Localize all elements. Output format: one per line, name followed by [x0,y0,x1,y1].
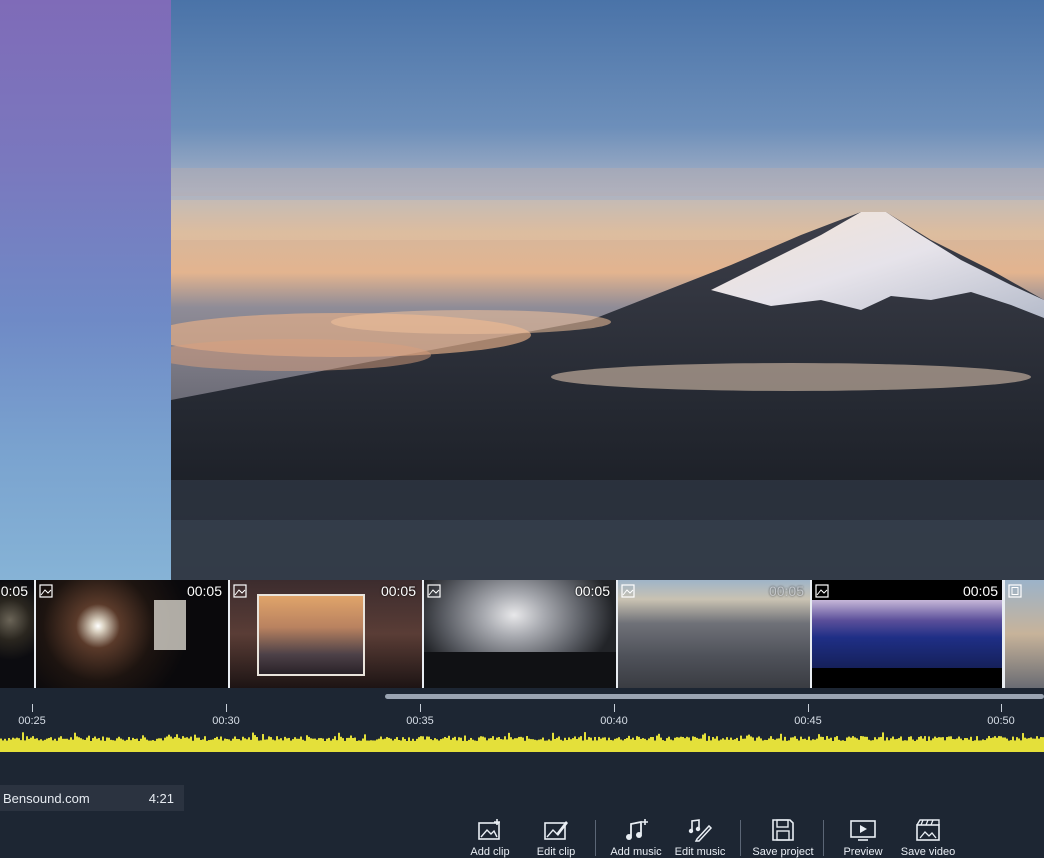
toolbar-separator [823,820,824,856]
ruler-tick [226,704,227,712]
preview-icon [850,820,876,841]
save-project-button[interactable]: Save project [751,818,815,858]
edit-music-label: Edit music [674,846,726,858]
audio-waveform[interactable] [0,730,1044,756]
timeline-scrollbar[interactable] [385,694,1044,699]
video-clip-icon [1008,584,1022,598]
left-gradient-panel [0,0,171,580]
mountain-preview-image [171,0,1044,580]
preview-button[interactable]: Preview [831,818,895,858]
image-icon [621,584,635,598]
audio-track-name: Bensound.com [3,790,90,806]
ruler-label: 00:40 [600,715,628,727]
edit-clip-button[interactable]: Edit clip [524,818,588,858]
save-video-icon [916,819,940,841]
edit-music-icon [688,819,713,842]
add-clip-button[interactable]: Add clip [458,818,522,858]
edit-clip-icon [544,821,568,840]
add-music-label: Add music [610,846,662,858]
timeline-clip[interactable]: 00:05 [228,580,422,688]
bottom-toolbar: Add clip Edit clip Add music Edit music [0,810,1044,858]
timeline-clip[interactable]: 00:05 [422,580,616,688]
timeline-filmstrip[interactable]: 0:05 00:05 00:05 00:05 00:05 00:05 [0,580,1044,688]
add-clip-icon [478,819,500,840]
toolbar-separator [740,820,741,856]
time-ruler: 00:25 00:30 00:35 00:40 00:45 00:50 [0,700,1044,734]
ruler-label: 00:25 [18,715,46,727]
ruler-label: 00:50 [987,715,1015,727]
ruler-label: 00:35 [406,715,434,727]
ruler-label: 00:45 [794,715,822,727]
timeline-clip[interactable]: 00:05 [34,580,228,688]
toolbar-separator [595,820,596,856]
add-music-button[interactable]: Add music [604,818,668,858]
clip-duration: 00:05 [768,583,804,599]
ruler-label: 00:30 [212,715,240,727]
ruler-tick [32,704,33,712]
clip-duration: 00:05 [380,583,416,599]
timeline-clip[interactable] [1002,580,1044,688]
ruler-tick [614,704,615,712]
image-icon [815,584,829,598]
add-clip-label: Add clip [470,846,510,858]
preview-label: Preview [843,846,883,858]
clip-duration: 0:05 [0,583,28,599]
add-music-icon [626,819,648,840]
image-icon [39,584,53,598]
clip-duration: 00:05 [574,583,610,599]
edit-music-button[interactable]: Edit music [668,818,732,858]
save-video-button[interactable]: Save video [896,818,960,858]
save-video-label: Save video [900,846,956,858]
ruler-tick [808,704,809,712]
image-icon [427,584,441,598]
video-preview[interactable] [171,0,1044,580]
save-project-label: Save project [752,846,814,858]
timeline-clip[interactable]: 0:05 [0,580,34,688]
edit-clip-label: Edit clip [536,846,576,858]
image-icon [233,584,247,598]
audio-track-length: 4:21 [148,790,174,806]
ruler-tick [420,704,421,712]
ruler-tick [1001,704,1002,712]
timeline-clip[interactable]: 00:05 [810,580,1004,688]
timeline-clip[interactable]: 00:05 [616,580,810,688]
clip-duration: 00:05 [962,583,998,599]
clip-duration: 00:05 [186,583,222,599]
audio-track-row[interactable]: Bensound.com 4:21 [0,785,184,811]
save-project-icon [772,819,794,841]
